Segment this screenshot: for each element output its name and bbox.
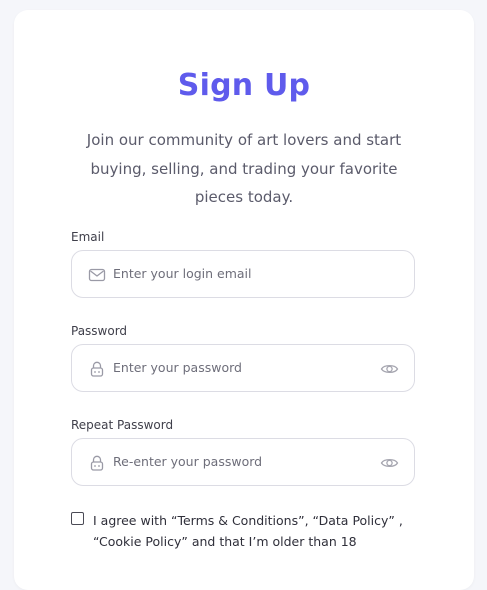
page-title: Sign Up	[177, 68, 311, 103]
password-label: Password	[71, 324, 128, 338]
password-field[interactable]: Enter your password	[71, 344, 415, 392]
email-label: Email	[71, 230, 105, 244]
lock-icon	[88, 360, 106, 378]
terms-checkbox[interactable]	[71, 512, 84, 525]
page-subtitle: Join our community of art lovers and sta…	[86, 131, 402, 206]
mail-icon	[88, 266, 106, 284]
repeat-password-field[interactable]: Re-enter your password	[71, 438, 415, 486]
repeat-password-placeholder: Re-enter your password	[113, 454, 263, 469]
terms-label: I agree with “Terms & Conditions”, “Data…	[93, 513, 403, 549]
email-placeholder: Enter your login email	[113, 266, 252, 281]
eye-icon[interactable]	[380, 360, 399, 378]
lock-icon	[88, 454, 106, 472]
password-placeholder: Enter your password	[113, 360, 242, 375]
email-field[interactable]: Enter your login email	[71, 250, 415, 298]
eye-icon[interactable]	[380, 454, 399, 472]
repeat-password-label: Repeat Password	[71, 418, 174, 432]
